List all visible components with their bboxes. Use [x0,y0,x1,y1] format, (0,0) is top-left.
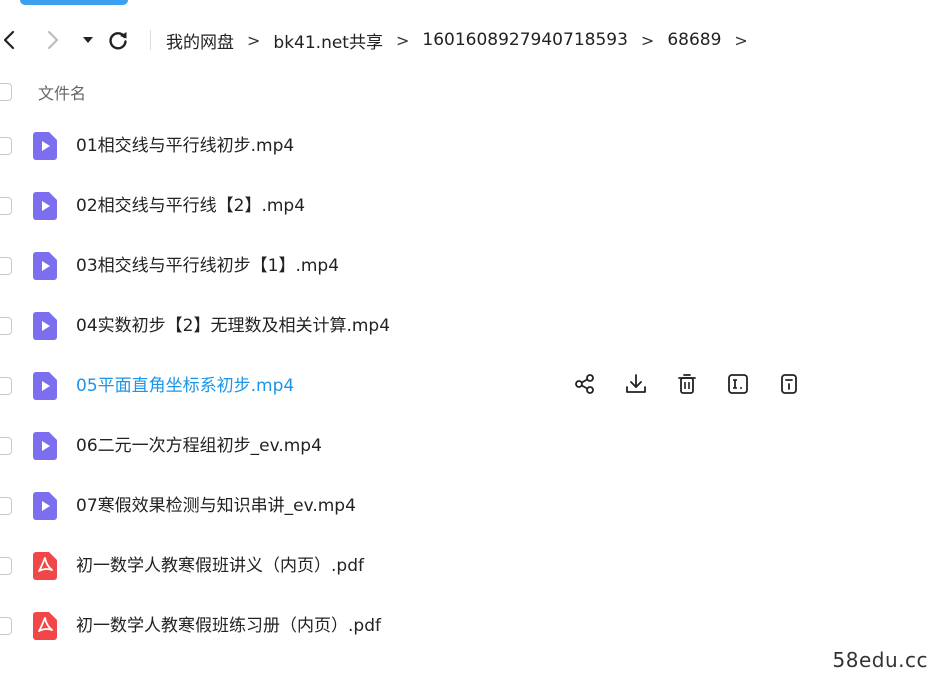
file-row[interactable]: 01相交线与平行线初步.mp4 [0,116,940,176]
file-name[interactable]: 01相交线与平行线初步.mp4 [76,116,294,176]
download-icon [625,373,647,399]
back-button[interactable] [0,20,18,60]
list-header: 文件名 [0,72,940,112]
breadcrumb-item-my-drive[interactable]: 我的网盘 [166,28,234,53]
video-file-icon [33,312,57,340]
video-file-icon [33,492,57,520]
file-list: 01相交线与平行线初步.mp4 02相交线与平行线【2】.mp4 03相交线与平行线… [0,116,940,656]
file-checkbox[interactable] [0,617,12,635]
file-name[interactable]: 05平面直角坐标系初步.mp4 [76,356,294,416]
video-file-icon [33,192,57,220]
file-name[interactable]: 04实数初步【2】无理数及相关计算.mp4 [76,296,390,356]
select-all-checkbox[interactable] [0,83,12,101]
rename-button[interactable] [725,373,751,399]
file-row[interactable]: 初一数学人教寒假班讲义（内页）.pdf [0,536,940,596]
navigation-bar: 我的网盘 > bk41.net共享 > 1601608927940718593 … [0,20,940,60]
file-name[interactable]: 初一数学人教寒假班讲义（内页）.pdf [76,536,364,596]
watermark: 58edu.cc [832,648,928,672]
delete-button[interactable] [674,373,700,399]
file-row[interactable]: 06二元一次方程组初步_ev.mp4 [0,416,940,476]
pdf-file-icon [33,612,57,640]
breadcrumb-separator: > [640,30,655,50]
video-file-icon [33,432,57,460]
more-info-icon [778,373,800,399]
share-button[interactable] [572,373,598,399]
refresh-button[interactable] [106,20,130,60]
file-checkbox[interactable] [0,437,12,455]
nav-divider [150,30,151,50]
file-checkbox[interactable] [0,317,12,335]
video-file-icon [33,132,57,160]
refresh-icon [109,32,127,50]
delete-icon [676,373,698,399]
breadcrumb-separator: > [395,30,410,50]
file-checkbox[interactable] [0,377,12,395]
file-name[interactable]: 03相交线与平行线初步【1】.mp4 [76,236,339,296]
pdf-file-icon [33,552,57,580]
file-browser: 我的网盘 > bk41.net共享 > 1601608927940718593 … [0,0,940,684]
breadcrumb: 我的网盘 > bk41.net共享 > 1601608927940718593 … [166,20,761,60]
file-row[interactable]: 03相交线与平行线初步【1】.mp4 [0,236,940,296]
file-row[interactable]: 02相交线与平行线【2】.mp4 [0,176,940,236]
file-row[interactable]: 07寒假效果检测与知识串讲_ev.mp4 [0,476,940,536]
breadcrumb-item-folder-id[interactable]: 1601608927940718593 [422,30,628,50]
breadcrumb-item-current[interactable]: 68689 [667,30,721,50]
forward-button[interactable] [42,20,64,60]
file-checkbox[interactable] [0,197,12,215]
file-checkbox[interactable] [0,497,12,515]
download-button[interactable] [623,373,649,399]
caret-down-icon [83,37,93,43]
video-file-icon [33,252,57,280]
file-name[interactable]: 02相交线与平行线【2】.mp4 [76,176,305,236]
file-checkbox[interactable] [0,137,12,155]
filename-column-header[interactable]: 文件名 [38,80,86,104]
file-row[interactable]: 05平面直角坐标系初步.mp4 [0,356,940,416]
more-info-button[interactable] [776,373,802,399]
file-checkbox[interactable] [0,557,12,575]
breadcrumb-separator: > [247,30,261,50]
video-file-icon [33,372,57,400]
breadcrumb-separator: > [734,30,748,50]
history-dropdown-button[interactable] [80,20,96,60]
file-name[interactable]: 07寒假效果检测与知识串讲_ev.mp4 [76,476,356,536]
file-row[interactable]: 初一数学人教寒假班练习册（内页）.pdf [0,596,940,656]
row-actions [572,373,827,399]
active-tab-indicator [20,0,128,5]
file-row[interactable]: 04实数初步【2】无理数及相关计算.mp4 [0,296,940,356]
breadcrumb-item-shared[interactable]: bk41.net共享 [273,28,383,53]
rename-icon [727,373,749,399]
chevron-right-icon [48,31,58,49]
chevron-left-icon [3,30,15,50]
share-icon [574,373,596,399]
file-checkbox[interactable] [0,257,12,275]
file-name[interactable]: 初一数学人教寒假班练习册（内页）.pdf [76,596,381,656]
file-name[interactable]: 06二元一次方程组初步_ev.mp4 [76,416,322,476]
